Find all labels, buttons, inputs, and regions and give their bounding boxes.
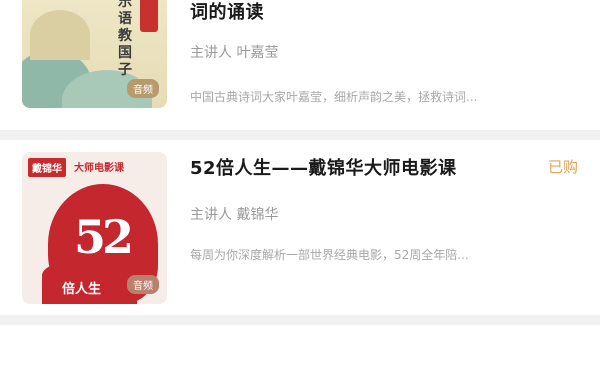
cover-subtitle: 倍人生 [62, 282, 102, 297]
course-card[interactable] [0, 325, 600, 365]
course-lecturer: 主讲人 戴锦华 [190, 207, 279, 223]
course-card[interactable]: 乐语教国子 音频 词的诵读 主讲人 叶嘉莹 中国古典诗词大家叶嘉莹，细析声韵之美… [0, 0, 600, 130]
course-title[interactable]: 52倍人生——戴锦华大师电影课 [190, 154, 457, 180]
course-cover[interactable]: 戴锦华 大师电影课 52 倍人生 音频 [22, 152, 167, 304]
cover-number: 52 [74, 210, 134, 264]
course-lecturer: 主讲人 叶嘉莹 [190, 45, 279, 61]
course-description: 中国古典诗词大家叶嘉莹，细析声韵之美，拯救诗词... [190, 90, 478, 104]
cover-brand: 戴锦华 [28, 158, 66, 177]
cover-series: 大师电影课 [74, 163, 124, 174]
purchased-status: 已购 [547, 158, 578, 176]
course-cover[interactable]: 乐语教国子 音频 [22, 0, 167, 108]
seal-mark [140, 0, 158, 32]
cover-title: 乐语教国子 [118, 0, 132, 78]
course-card[interactable]: 戴锦华 大师电影课 52 倍人生 音频 52倍人生——戴锦华大师电影课 已购 主… [0, 140, 600, 315]
audio-badge: 音频 [127, 275, 159, 294]
audio-badge: 音频 [127, 79, 159, 98]
course-title[interactable]: 词的诵读 [190, 0, 264, 24]
course-description: 每周为你深度解析一部世界经典电影，52周全年陪... [190, 248, 469, 262]
cover-decoration [30, 10, 90, 60]
